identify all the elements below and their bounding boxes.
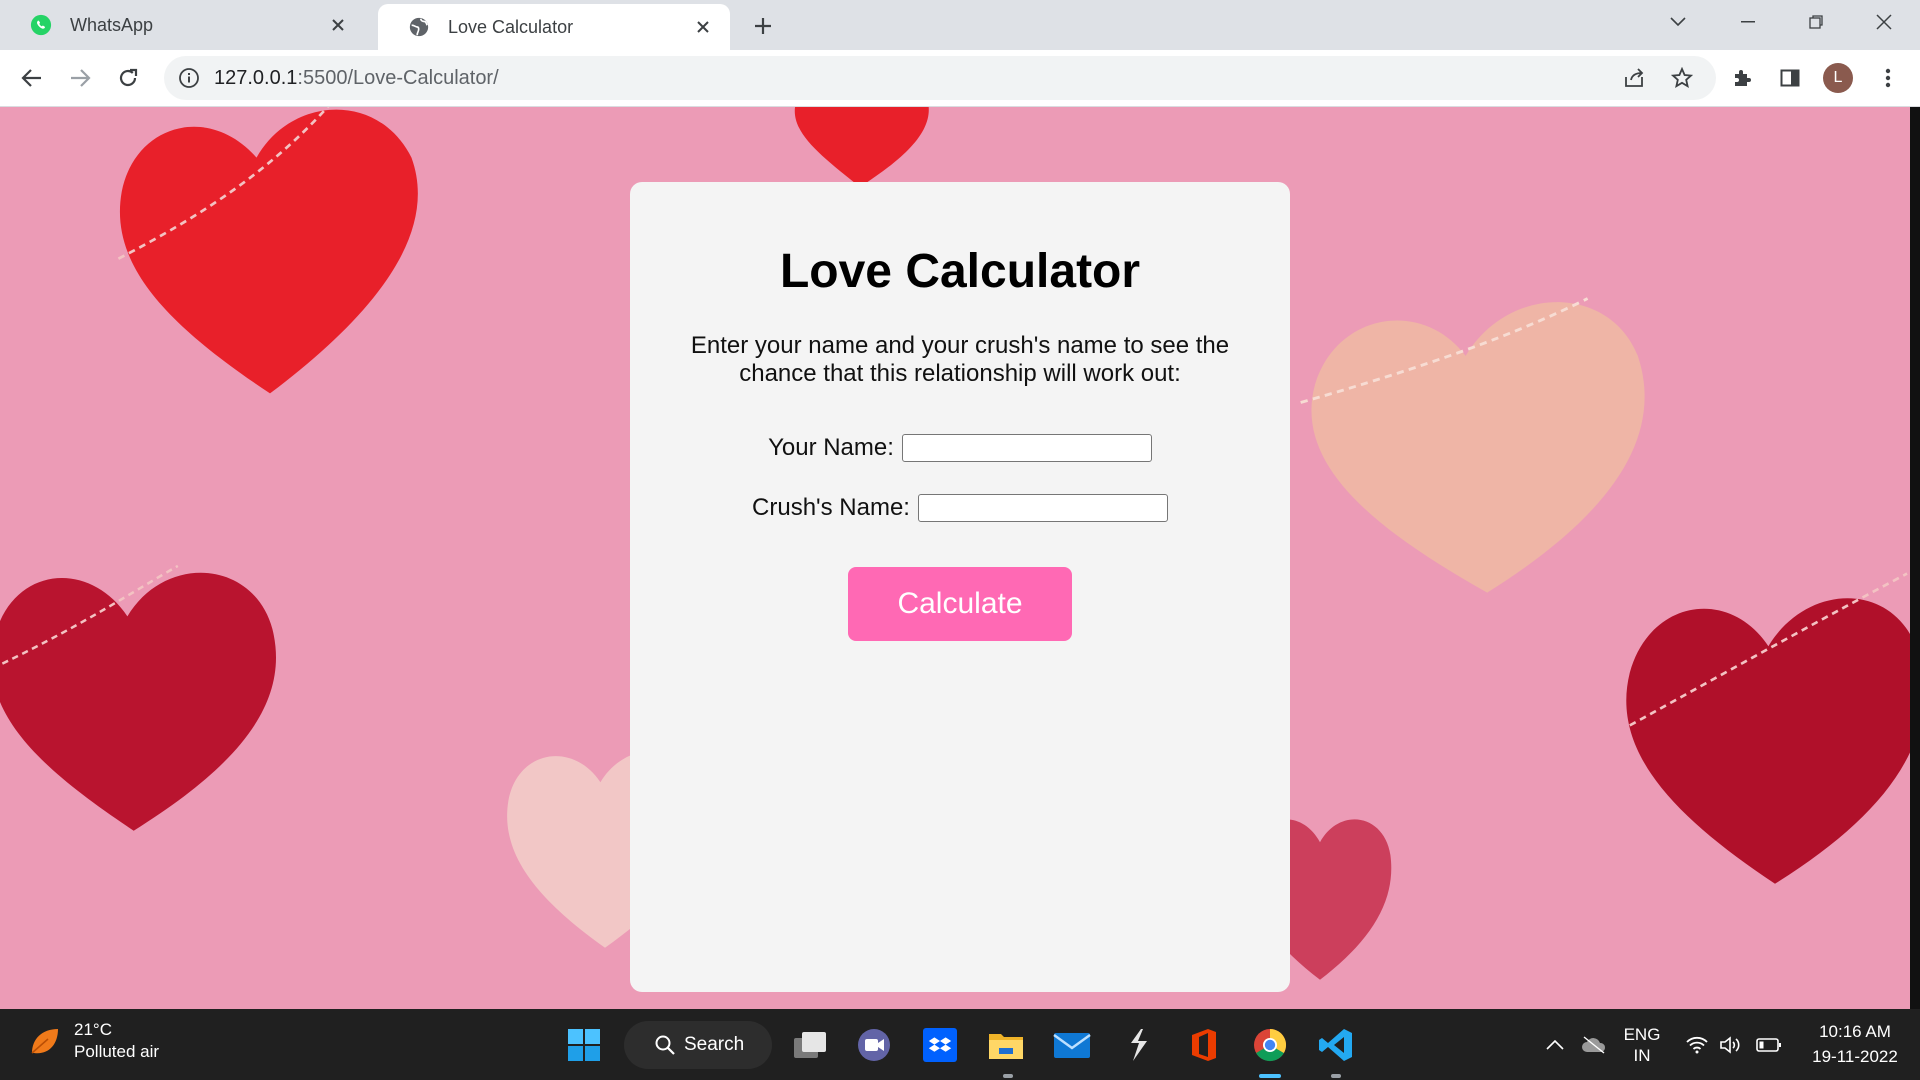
globe-icon: [409, 17, 429, 37]
url-path: :5500/Love-Calculator/: [297, 66, 499, 89]
page-description: Enter your name and your crush's name to…: [690, 332, 1230, 387]
vscode-icon[interactable]: [1314, 1023, 1358, 1067]
page-title: Love Calculator: [779, 245, 1141, 298]
tab-title: Love Calculator: [448, 16, 574, 37]
mail-icon[interactable]: [1050, 1023, 1094, 1067]
crush-name-label: Crush's Name:: [752, 494, 910, 521]
calculate-button[interactable]: Calculate: [848, 567, 1072, 641]
running-indicator-active: [1259, 1074, 1281, 1078]
region-code: IN: [1633, 1045, 1651, 1065]
system-clock[interactable]: 10:16 AM 19-11-2022: [1800, 1019, 1910, 1069]
file-explorer-icon[interactable]: [984, 1023, 1028, 1067]
crush-name-input[interactable]: [917, 494, 1168, 522]
tab-strip: WhatsApp Love Calculator: [0, 0, 1920, 50]
language-indicator[interactable]: ENG IN: [1620, 1009, 1664, 1080]
extensions-puzzle-icon[interactable]: [1722, 58, 1762, 98]
search-label: Search: [684, 1034, 745, 1055]
running-indicator: [1331, 1074, 1341, 1078]
office-icon[interactable]: [1182, 1023, 1226, 1067]
weather-widget[interactable]: 21°C Polluted air: [28, 1019, 159, 1063]
background-heart-crimson: [0, 564, 276, 831]
whatsapp-icon: [30, 14, 52, 36]
background-heart-darkred: [1626, 572, 1910, 884]
running-indicator: [1003, 1074, 1013, 1078]
volume-icon[interactable]: [1716, 1009, 1746, 1080]
windows-start-icon[interactable]: [562, 1023, 606, 1067]
background-heart-red: [117, 107, 418, 394]
close-tab-icon[interactable]: [688, 12, 718, 42]
window-edge: [1910, 107, 1920, 1009]
task-view-icon[interactable]: [788, 1023, 832, 1067]
dropbox-icon[interactable]: [918, 1023, 962, 1067]
new-tab-button[interactable]: [745, 8, 781, 44]
chrome-icon[interactable]: [1248, 1023, 1292, 1067]
back-arrow-icon[interactable]: [12, 58, 52, 98]
show-hidden-icons-chevron-icon[interactable]: [1540, 1009, 1570, 1080]
sublime-text-icon[interactable]: [1116, 1023, 1160, 1067]
restore-button[interactable]: [1786, 0, 1846, 44]
url-host: 127.0.0.1: [214, 66, 298, 89]
profile-avatar[interactable]: L: [1823, 63, 1853, 93]
share-icon[interactable]: [1614, 58, 1654, 98]
background-heart-peach: [1300, 297, 1645, 593]
your-name-input[interactable]: [901, 434, 1152, 462]
crush-name-row: Crush's Name:: [630, 494, 1290, 522]
love-calculator-card: Love Calculator Enter your name and your…: [630, 182, 1290, 992]
close-tab-icon[interactable]: [323, 10, 353, 40]
weather-temperature: 21°C: [74, 1020, 112, 1039]
weather-condition: Polluted air: [74, 1042, 160, 1061]
minimize-button[interactable]: [1718, 0, 1778, 44]
url-text: 127.0.0.1:5500/Love-Calculator/: [214, 67, 499, 90]
clock-time: 10:16 AM: [1819, 1022, 1891, 1041]
weather-leaf-icon: [31, 1029, 58, 1054]
tab-love-calculator[interactable]: Love Calculator: [378, 4, 730, 50]
forward-arrow-icon[interactable]: [60, 58, 100, 98]
address-bar[interactable]: 127.0.0.1:5500/Love-Calculator/: [164, 56, 1716, 100]
windows-taskbar: 21°C Polluted air Search ENG IN 10:16 AM…: [0, 1009, 1920, 1080]
onedrive-cloud-icon[interactable]: [1576, 1009, 1612, 1080]
language-code: ENG: [1623, 1024, 1661, 1044]
clock-date: 19-11-2022: [1812, 1047, 1898, 1066]
bookmark-star-icon[interactable]: [1662, 58, 1702, 98]
your-name-label: Your Name:: [768, 434, 894, 461]
taskbar-search-button[interactable]: Search: [624, 1021, 772, 1069]
page-viewport: Love Calculator Enter your name and your…: [0, 107, 1910, 1009]
more-menu-icon[interactable]: [1868, 58, 1908, 98]
wifi-icon[interactable]: [1682, 1009, 1712, 1080]
tab-whatsapp[interactable]: WhatsApp: [0, 0, 365, 50]
browser-toolbar: 127.0.0.1:5500/Love-Calculator/ L: [0, 50, 1920, 107]
site-info-icon[interactable]: [178, 67, 200, 89]
your-name-row: Your Name:: [630, 434, 1290, 462]
teams-chat-icon[interactable]: [852, 1023, 896, 1067]
tab-search-chevron-icon[interactable]: [1648, 0, 1708, 44]
reload-icon[interactable]: [108, 58, 148, 98]
tab-title: WhatsApp: [70, 14, 154, 35]
background-heart-top: [794, 107, 929, 187]
battery-icon[interactable]: [1752, 1009, 1786, 1080]
close-window-button[interactable]: [1854, 0, 1914, 44]
side-panel-icon[interactable]: [1770, 58, 1810, 98]
search-icon: [655, 1035, 675, 1055]
